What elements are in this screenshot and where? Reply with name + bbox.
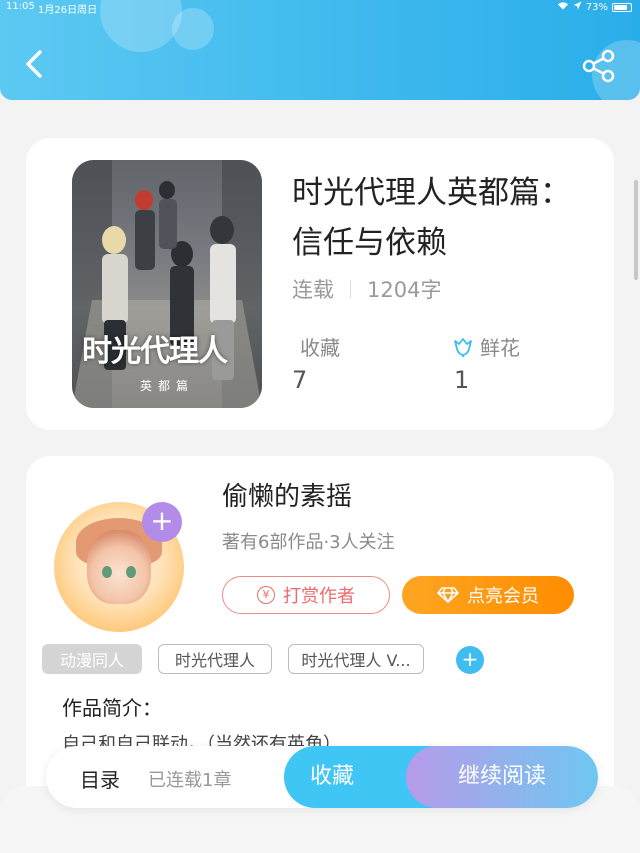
bottom-action-bar: 目录 已连载1章 收藏 继续阅读 <box>46 746 598 808</box>
flower-icon <box>454 337 472 357</box>
flowers-stat[interactable]: 鲜花 <box>452 332 520 361</box>
battery-percent: 73% <box>585 1 608 13</box>
share-icon <box>582 49 615 83</box>
serial-status: 连载 <box>292 278 334 302</box>
book-cover[interactable]: 时光代理人 英都篇 <box>72 160 262 408</box>
divider <box>350 280 351 298</box>
status-time: 11:05 <box>6 1 35 12</box>
tip-author-button[interactable]: ¥ 打赏作者 <box>222 576 390 614</box>
top-header: 11:05 1月26日周日 73% <box>0 0 640 100</box>
status-date: 1月26日周日 <box>38 5 98 16</box>
flowers-count: 1 <box>454 366 470 394</box>
tag-item[interactable]: 时光代理人 V... <box>288 644 424 674</box>
favorites-label: 收藏 <box>300 336 340 360</box>
yen-icon: ¥ <box>257 586 275 604</box>
add-tag-button[interactable]: + <box>456 646 484 674</box>
author-stats: 著有6部作品·3人关注 <box>222 532 395 553</box>
activate-vip-label: 点亮会员 <box>467 586 539 607</box>
diamond-icon <box>437 587 459 603</box>
wifi-icon <box>557 1 569 13</box>
back-button[interactable] <box>18 44 52 84</box>
avatar-face <box>87 530 151 604</box>
avatar-eye <box>102 566 112 578</box>
book-meta: 连载 1204字 <box>292 274 441 304</box>
favorites-count: 7 <box>292 366 308 394</box>
author-name[interactable]: 偷懒的素摇 <box>222 476 352 513</box>
continue-reading-button[interactable]: 继续阅读 <box>406 746 598 808</box>
book-info-card: 时光代理人 英都篇 时光代理人英都篇：信任与依赖 连载 1204字 收藏 7 鲜… <box>26 138 614 430</box>
status-right: 73% <box>557 1 632 13</box>
tip-author-label: 打赏作者 <box>283 586 355 607</box>
book-title: 时光代理人英都篇：信任与依赖 <box>292 175 571 261</box>
activate-vip-button[interactable]: 点亮会员 <box>402 576 574 614</box>
table-of-contents-button[interactable]: 目录 <box>80 764 120 793</box>
scrollbar[interactable] <box>634 180 638 280</box>
tag-item[interactable]: 动漫同人 <box>42 644 142 674</box>
location-icon <box>573 1 582 13</box>
avatar-eye <box>126 566 136 578</box>
intro-label: 作品简介： <box>62 696 162 720</box>
follow-author-button[interactable]: + <box>142 502 182 542</box>
cover-title: 时光代理人 <box>82 334 228 369</box>
word-count: 1204字 <box>367 278 442 302</box>
flowers-label: 鲜花 <box>480 336 520 360</box>
status-bar: 11:05 1月26日周日 73% <box>0 0 640 16</box>
battery-icon <box>612 2 632 12</box>
share-button[interactable] <box>580 48 618 84</box>
chapter-count: 已连载1章 <box>148 770 232 791</box>
tag-item[interactable]: 时光代理人 <box>158 644 272 674</box>
cover-subtitle: 英都篇 <box>139 379 194 393</box>
chevron-left-icon <box>26 50 42 78</box>
cover-illustration <box>72 160 262 408</box>
